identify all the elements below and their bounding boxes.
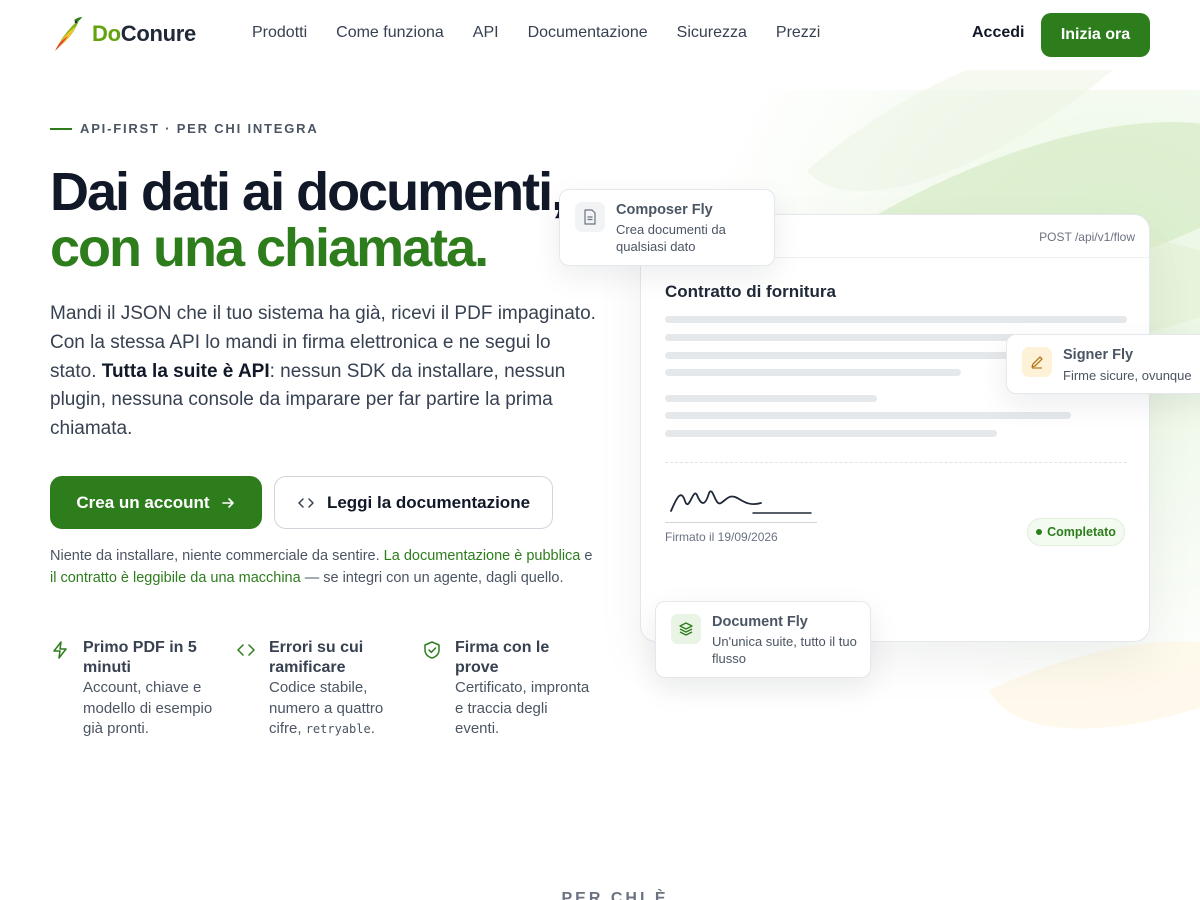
product-desc: Firme sicure, ovunque xyxy=(1063,368,1192,383)
nav-item-prezzi[interactable]: Prezzi xyxy=(776,24,820,42)
feature-title: Firma con le prove xyxy=(455,639,550,676)
lead-bold: Tutta la suite è API xyxy=(101,360,270,382)
text-placeholder-line xyxy=(665,395,877,402)
text-placeholder-line xyxy=(665,369,961,376)
eyebrow-text: API-FIRST · PER CHI INTEGRA xyxy=(80,121,319,136)
code-icon xyxy=(237,644,255,656)
main-nav: Prodotti Come funziona API Documentazion… xyxy=(252,24,820,42)
layers-icon xyxy=(671,614,701,644)
brand-name: DoConure xyxy=(92,21,196,46)
site-header: DoConure Prodotti Come funziona API Docu… xyxy=(0,0,1200,70)
product-name: Signer Fly xyxy=(1063,347,1134,363)
code-icon xyxy=(298,497,314,508)
read-docs-button[interactable]: Leggi la documentazione xyxy=(274,476,553,529)
conure-bird-icon xyxy=(55,17,82,51)
arrow-right-icon xyxy=(221,497,234,508)
divider xyxy=(665,462,1127,463)
feature-desc: Account, chiave e modello di esempio già… xyxy=(83,679,213,737)
document-title: Contratto di fornitura xyxy=(665,282,836,301)
signature-line xyxy=(665,522,817,523)
docs-public-link[interactable]: La documentazione è pubblica xyxy=(384,548,581,564)
hero-title-line2: con una chiamata. xyxy=(50,218,489,278)
lightning-icon xyxy=(53,641,67,659)
product-card-signer[interactable]: Signer Fly Firme sicure, ovunque xyxy=(1006,334,1200,394)
brand-logo[interactable]: DoConure xyxy=(52,16,196,52)
nav-item-sicurezza[interactable]: Sicurezza xyxy=(677,24,747,42)
product-card-composer[interactable]: Composer Fly Crea documenti da qualsiasi… xyxy=(559,189,775,266)
feature-desc: Codice stabile, numero a quattro cifre, … xyxy=(269,679,384,737)
next-section-eyebrow: PER CHI È xyxy=(561,890,669,900)
product-card-document[interactable]: Document Fly Un'unica suite, tutto il tu… xyxy=(655,601,871,678)
status-badge: Completato xyxy=(1027,518,1125,546)
document-icon xyxy=(575,202,605,232)
start-now-button[interactable]: Inizia ora xyxy=(1041,13,1150,57)
feature-desc: Certificato, impronta e traccia degli ev… xyxy=(455,679,590,737)
text-placeholder-line xyxy=(665,430,997,437)
hero-title-line1: Dai dati ai documenti, xyxy=(50,162,566,222)
feature-title: Primo PDF in 5 minuti xyxy=(83,639,197,676)
create-account-button[interactable]: Crea un account xyxy=(50,476,262,529)
product-desc: Crea documenti da qualsiasi dato xyxy=(616,222,726,254)
api-endpoint: POST /api/v1/flow xyxy=(1039,230,1135,244)
hero-eyebrow: API-FIRST · PER CHI INTEGRA xyxy=(50,121,319,136)
machine-readable-contract-link[interactable]: il contratto è leggibile da una macchina xyxy=(50,570,301,586)
feature-title: Errori su cui ramificare xyxy=(269,639,364,676)
product-name: Document Fly xyxy=(712,614,808,630)
nav-item-come-funziona[interactable]: Come funziona xyxy=(336,24,444,42)
text-placeholder-line xyxy=(665,412,1071,419)
status-dot-icon xyxy=(1036,529,1043,535)
retryable-code: retryable xyxy=(305,722,371,736)
hero-note: Niente da installare, niente commerciale… xyxy=(50,548,593,586)
product-name: Composer Fly xyxy=(616,202,713,218)
pen-icon xyxy=(1022,347,1052,377)
document-preview-card: POST /api/v1/flow Contratto di fornitura… xyxy=(640,214,1150,642)
login-link[interactable]: Accedi xyxy=(972,24,1024,42)
hero-lead: Mandi il JSON che il tuo sistema ha già,… xyxy=(50,303,596,440)
nav-item-documentazione[interactable]: Documentazione xyxy=(528,24,648,42)
eyebrow-line xyxy=(50,127,72,130)
signed-date: Firmato il 19/09/2026 xyxy=(665,530,778,544)
hero-title: Dai dati ai documenti, con una chiamata. xyxy=(50,164,610,276)
shield-check-icon xyxy=(424,641,440,659)
signature-image xyxy=(670,490,812,514)
nav-item-prodotti[interactable]: Prodotti xyxy=(252,24,307,42)
text-placeholder-line xyxy=(665,316,1127,323)
feature-list: Primo PDF in 5 minuti Account, chiave e … xyxy=(50,638,610,748)
product-desc: Un'unica suite, tutto il tuo flusso xyxy=(712,634,857,666)
nav-item-api[interactable]: API xyxy=(473,24,499,42)
